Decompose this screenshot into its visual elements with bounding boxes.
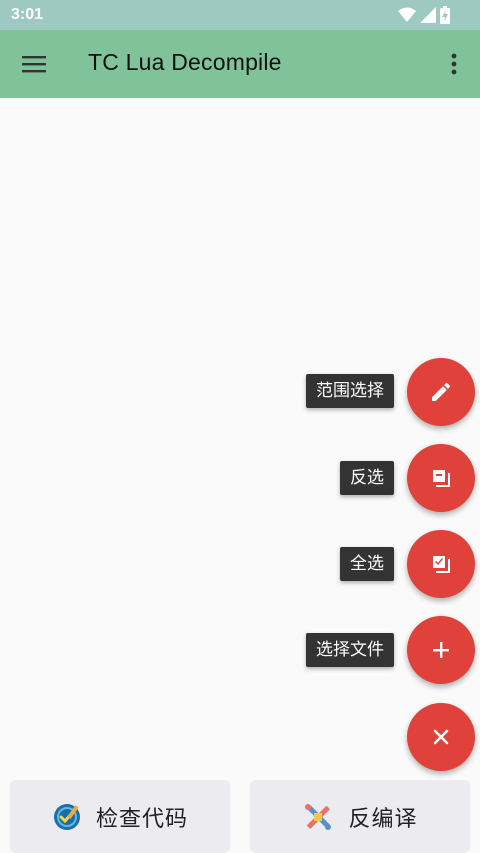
select-all-icon <box>433 556 450 573</box>
battery-charging-icon <box>440 6 450 24</box>
range-select-fab[interactable] <box>407 358 475 426</box>
decompile-label: 反编译 <box>348 806 418 832</box>
content-area <box>0 98 480 778</box>
fab-label-choose-file[interactable]: 选择文件 <box>306 633 394 667</box>
hamburger-menu-icon <box>22 56 46 73</box>
more-vert-icon <box>451 53 457 75</box>
check-code-label: 检查代码 <box>95 806 188 832</box>
close-fab-menu-button[interactable] <box>407 703 475 771</box>
check-code-button[interactable]: 检查代码 <box>10 780 230 853</box>
fab-label-select-all[interactable]: 全选 <box>340 547 394 581</box>
choose-file-fab[interactable] <box>407 616 475 684</box>
pencil-icon <box>432 382 451 401</box>
fab-label-range-select[interactable]: 范围选择 <box>306 374 394 408</box>
tools-icon <box>305 803 332 830</box>
status-time: 3:01 <box>11 6 44 23</box>
invert-selection-icon <box>433 470 450 487</box>
app-title: TC Lua Decompile <box>88 49 282 75</box>
invert-select-fab[interactable] <box>407 444 475 512</box>
decompile-button[interactable]: 反编译 <box>250 780 470 853</box>
status-icons <box>398 6 450 24</box>
fab-label-invert-select[interactable]: 反选 <box>340 461 394 495</box>
select-all-fab[interactable] <box>407 530 475 598</box>
app-bar: TC Lua Decompile <box>0 30 480 98</box>
wifi-icon <box>398 7 416 22</box>
close-icon <box>433 729 449 745</box>
status-bar: 3:01 <box>0 0 480 30</box>
menu-button[interactable] <box>20 50 48 78</box>
cellular-signal-icon <box>420 7 436 23</box>
overflow-menu-button[interactable] <box>448 50 460 78</box>
plus-icon <box>433 642 449 658</box>
check-code-icon <box>53 803 80 830</box>
